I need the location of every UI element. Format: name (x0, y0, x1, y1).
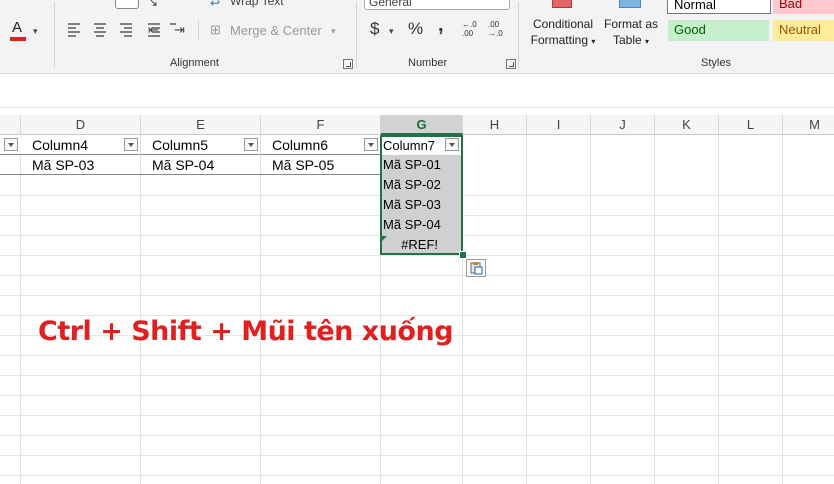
gridline (654, 135, 655, 484)
filter-dropdown-icon[interactable] (244, 138, 258, 151)
selection-border (380, 135, 463, 255)
style-good[interactable]: Good (668, 20, 769, 41)
merge-center-icon[interactable]: ⊞ (210, 22, 221, 38)
chevron-down-icon: ▾ (645, 37, 650, 46)
paste-options-button[interactable] (466, 259, 486, 277)
header-column6: Column6 (272, 137, 329, 153)
chevron-down-icon[interactable]: ▾ (33, 23, 38, 39)
alignment-launcher-icon[interactable] (343, 59, 353, 69)
number-format-value: General (369, 0, 412, 9)
format-as-table-icon (617, 0, 643, 8)
column-header-G[interactable]: G (381, 115, 463, 135)
align-left-button[interactable] (68, 20, 82, 38)
align-center-button[interactable] (94, 20, 108, 38)
gridline (0, 455, 834, 456)
conditional-formatting-button[interactable]: Conditional Formatting ▾ (524, 16, 602, 50)
header-column4: Column4 (32, 137, 89, 153)
chevron-down-icon[interactable]: ▾ (331, 23, 336, 39)
gridline (260, 135, 261, 484)
gridline (0, 475, 834, 476)
gridline (590, 135, 591, 484)
column-header-C[interactable] (0, 115, 21, 135)
table-header-cell[interactable]: Column5 (141, 135, 261, 155)
style-bad[interactable]: Bad (773, 0, 834, 14)
decrease-decimal-icon[interactable]: .00 →.0 (488, 20, 503, 38)
wrap-text-icon[interactable]: ↩ (210, 0, 220, 11)
table-cell[interactable]: Mã SP-04 (141, 155, 261, 175)
table-header-cell[interactable]: Column4 (21, 135, 141, 155)
group-label-alignment: Alignment (170, 57, 219, 69)
formula-bar-area (0, 74, 834, 108)
column-header-L[interactable]: L (719, 115, 783, 135)
table-header-cell[interactable]: Column6 (261, 135, 381, 155)
align-right-button[interactable] (120, 20, 134, 38)
separator (198, 20, 199, 40)
column-header-D[interactable]: D (21, 115, 141, 135)
filter-dropdown-icon[interactable] (4, 138, 18, 151)
gridline (526, 135, 527, 484)
separator (356, 2, 357, 68)
format-as-table-button[interactable]: Format as Table ▾ (602, 16, 660, 50)
conditional-formatting-label-2: Formatting (530, 33, 588, 47)
table-cell[interactable]: Mã SP-03 (21, 155, 141, 175)
fill-handle[interactable] (459, 251, 467, 259)
wrap-text-label[interactable]: Wrap Text (230, 0, 284, 8)
gridline (0, 275, 834, 276)
chevron-down-icon[interactable]: ▾ (389, 23, 394, 39)
increase-indent-icon[interactable]: ⇥ (174, 22, 185, 38)
number-format-select[interactable]: General (364, 0, 510, 10)
group-label-number: Number (408, 57, 448, 69)
group-label-styles: Styles (701, 57, 731, 69)
filter-dropdown-icon[interactable] (124, 138, 138, 151)
gridline (782, 135, 783, 484)
gridline (0, 255, 834, 256)
shortcut-caption: Ctrl + Shift + Mũi tên xuống (38, 316, 454, 347)
table-cell[interactable] (0, 155, 21, 175)
merge-center-label[interactable]: Merge & Center (230, 23, 322, 38)
column-header-F[interactable]: F (261, 115, 381, 135)
column-header-E[interactable]: E (141, 115, 261, 135)
style-normal[interactable]: Normal (667, 0, 771, 14)
gridline (0, 415, 834, 416)
gridline (0, 435, 834, 436)
percent-icon[interactable]: % (408, 20, 423, 37)
style-neutral[interactable]: Neutral (773, 20, 834, 41)
ribbon: A ▾ ↘ ↩ Wrap Text ⇤ ⇥ ⊞ Merge & Center ▾… (0, 0, 834, 74)
separator (54, 2, 55, 68)
column-header-J[interactable]: J (591, 115, 655, 135)
font-color-icon[interactable]: A (12, 20, 22, 36)
gridline (0, 355, 834, 356)
format-as-table-label-2: Table (612, 33, 642, 47)
column-header-M[interactable]: M (783, 115, 834, 135)
paste-options-icon (470, 262, 483, 275)
table-cell[interactable]: Mã SP-05 (261, 155, 381, 175)
chevron-down-icon: ▾ (591, 37, 596, 46)
column-header-H[interactable]: H (463, 115, 527, 135)
currency-icon[interactable]: $ (370, 20, 379, 37)
gridline (718, 135, 719, 484)
gridline (0, 375, 834, 376)
gridline (0, 295, 834, 296)
font-color-bar (10, 37, 26, 41)
gridline (140, 135, 141, 484)
number-launcher-icon[interactable] (506, 59, 516, 69)
column-header-I[interactable]: I (527, 115, 591, 135)
header-column5: Column5 (152, 137, 209, 153)
conditional-formatting-label: Conditional (532, 17, 594, 31)
wrap-indent-icon[interactable]: ↘ (148, 0, 158, 10)
format-as-table-label: Format as (603, 17, 658, 31)
decrease-indent-icon[interactable]: ⇤ (148, 22, 159, 38)
separator (518, 2, 519, 68)
filter-dropdown-icon[interactable] (364, 138, 378, 151)
gridline (20, 135, 21, 484)
increase-decimal-icon[interactable]: ←.0 .00 (462, 20, 477, 38)
conditional-formatting-icon (550, 0, 574, 8)
orientation-button[interactable] (115, 0, 139, 9)
column-header-K[interactable]: K (655, 115, 719, 135)
gridline (0, 395, 834, 396)
comma-style-icon[interactable]: , (438, 15, 444, 35)
